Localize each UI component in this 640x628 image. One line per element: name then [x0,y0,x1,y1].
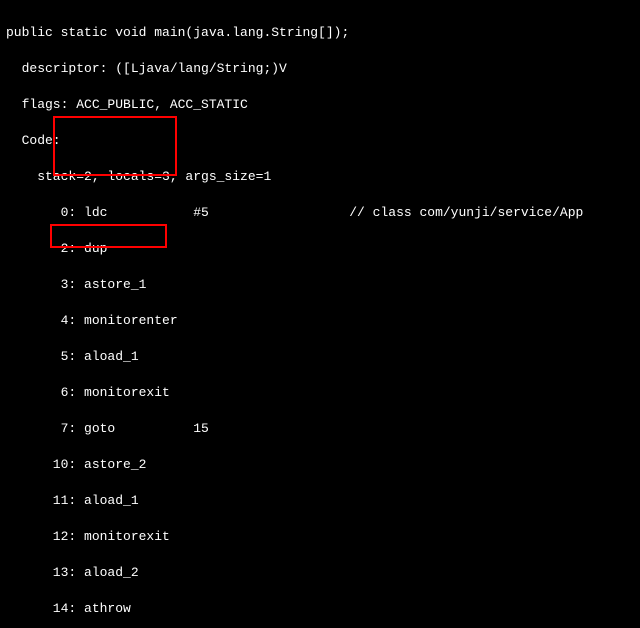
instr-2: 3: astore_1 [6,276,640,294]
method-signature: public static void main(java.lang.String… [6,24,640,42]
instr-9: 12: monitorexit [6,528,640,546]
instr-4: 5: aload_1 [6,348,640,366]
stack-line: stack=2, locals=3, args_size=1 [6,168,640,186]
instr-3: 4: monitorenter [6,312,640,330]
instr-0: 0: ldc #5 // class com/yunji/service/App [6,204,640,222]
instr-8: 11: aload_1 [6,492,640,510]
code-header: Code: [6,132,640,150]
instr-10: 13: aload_2 [6,564,640,582]
descriptor-line: descriptor: ([Ljava/lang/String;)V [6,60,640,78]
instr-7: 10: astore_2 [6,456,640,474]
instr-6: 7: goto 15 [6,420,640,438]
instr-5: 6: monitorexit [6,384,640,402]
instr-1: 2: dup [6,240,640,258]
flags-line: flags: ACC_PUBLIC, ACC_STATIC [6,96,640,114]
bytecode-dump: public static void main(java.lang.String… [0,0,640,628]
instr-11: 14: athrow [6,600,640,618]
